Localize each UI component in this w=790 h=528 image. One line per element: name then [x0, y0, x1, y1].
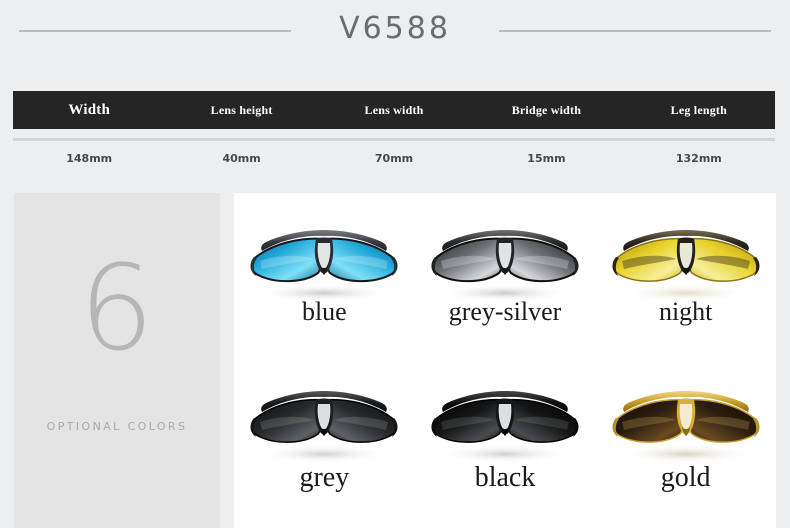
sunglasses-icon [250, 230, 398, 302]
color-option-blue[interactable]: blue [234, 193, 415, 360]
page-header: V6588 [0, 0, 790, 62]
color-gallery: blue grey-silver night grey black gold [234, 193, 776, 528]
spec-value-cell: 40mm [222, 151, 261, 165]
sunglasses-image-grey [244, 382, 404, 468]
gallery-row: grey black gold [234, 360, 776, 527]
color-label: grey [299, 462, 350, 493]
optional-colors-panel: 6 OPTIONAL COLORS [14, 193, 220, 528]
sunglasses-icon [431, 391, 579, 463]
sunglasses-image-black [425, 382, 585, 468]
sunglasses-image-grey-silver [425, 221, 585, 307]
spec-column-header: Width [68, 101, 110, 118]
spec-table-value-row: 148mm 40mm 70mm 15mm 132mm [13, 141, 775, 175]
color-option-gold[interactable]: gold [595, 360, 776, 527]
sunglasses-icon [250, 391, 398, 463]
color-option-black[interactable]: black [415, 360, 596, 527]
specification-table: Width Lens height Lens width Bridge widt… [13, 91, 775, 175]
color-option-night[interactable]: night [595, 193, 776, 360]
spec-column-header: Bridge width [511, 102, 582, 117]
spec-column-header: Lens height [210, 102, 273, 117]
color-label: gold [660, 462, 711, 493]
color-option-grey-silver[interactable]: grey-silver [415, 193, 596, 360]
spec-value-cell: 70mm [374, 151, 414, 165]
header-rule-left-icon [19, 30, 292, 32]
sunglasses-icon [612, 230, 760, 302]
color-label: black [474, 462, 536, 493]
sunglasses-image-blue [244, 221, 404, 307]
color-option-grey[interactable]: grey [234, 360, 415, 527]
spec-value-cell: 15mm [527, 151, 566, 165]
color-options-section: 6 OPTIONAL COLORS blue grey-silver night… [14, 193, 776, 528]
color-count: 6 [78, 239, 156, 377]
sunglasses-image-night [606, 221, 766, 307]
gallery-row: blue grey-silver night [234, 193, 776, 360]
page-title: V6588 [339, 11, 451, 46]
sunglasses-icon [612, 391, 760, 463]
sunglasses-icon [431, 230, 579, 302]
spec-column-header: Lens width [364, 102, 424, 117]
spec-value-cell: 148mm [66, 151, 113, 165]
color-count-caption: OPTIONAL COLORS [46, 420, 188, 433]
spec-value-cell: 132mm [675, 151, 722, 165]
header-rule-right-icon [498, 30, 771, 32]
sunglasses-image-gold [606, 382, 766, 468]
spec-table-header-row: Width Lens height Lens width Bridge widt… [13, 91, 775, 129]
spec-column-header: Leg length [670, 102, 727, 117]
